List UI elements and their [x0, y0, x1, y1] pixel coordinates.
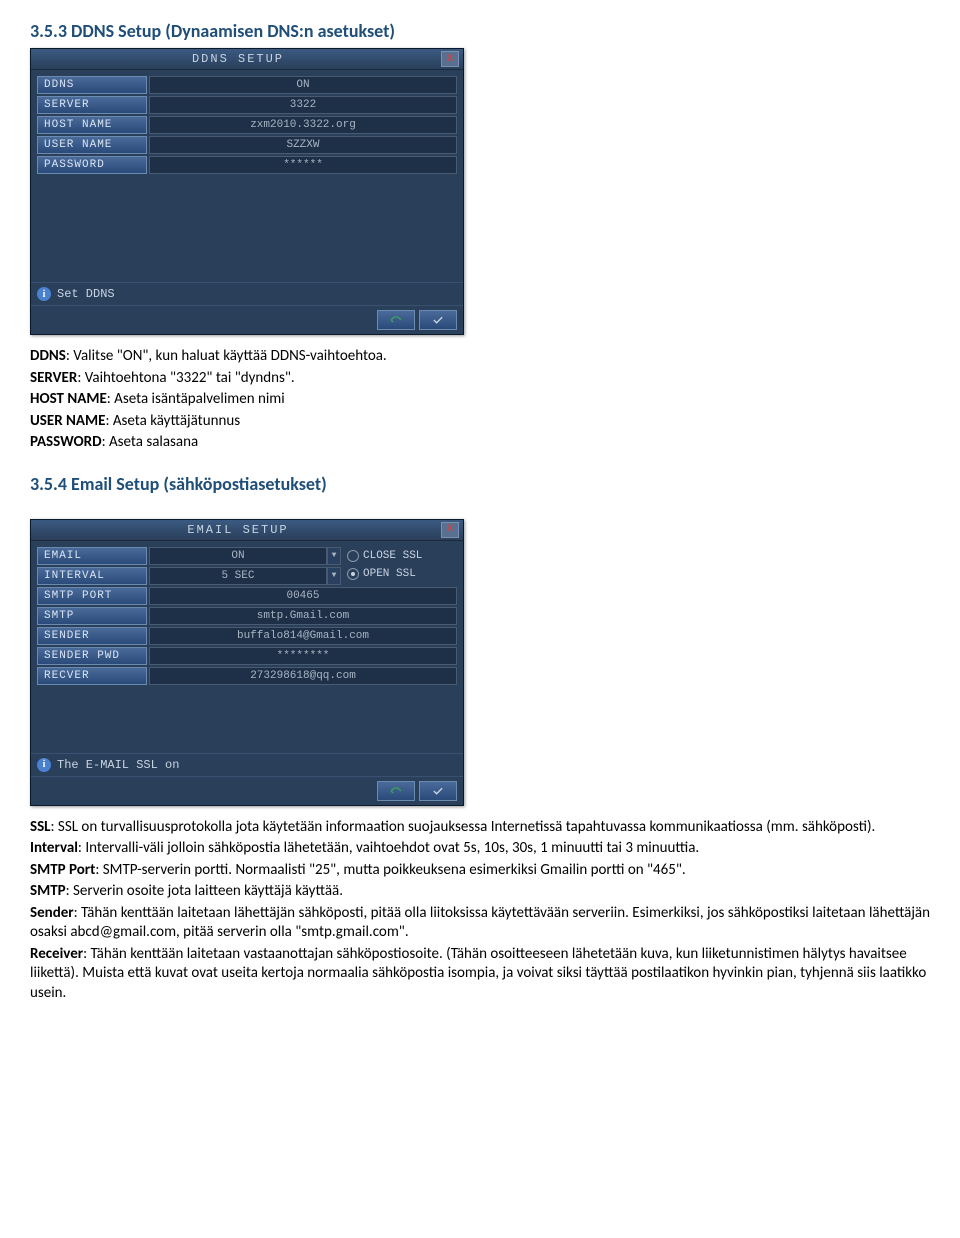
ddns-status-text: Set DDNS	[57, 287, 115, 301]
back-button[interactable]	[377, 310, 415, 330]
ddns-label: DDNS	[37, 76, 147, 94]
email-dropdown[interactable]: ON	[149, 547, 327, 565]
ddns-title-text: DDNS SETUP	[35, 52, 441, 66]
smtp-port-label: SMTP PORT	[37, 587, 147, 605]
chevron-down-icon[interactable]: ▼	[327, 547, 341, 565]
ok-button[interactable]	[419, 310, 457, 330]
section-heading-email: 3.5.4 Email Setup (sähköpostiasetukset)	[30, 473, 930, 495]
sender-pwd-label: SENDER PWD	[37, 647, 147, 665]
section-heading-ddns: 3.5.3 DDNS Setup (Dynaamisen DNS:n asetu…	[30, 20, 930, 42]
info-icon: i	[37, 287, 51, 301]
username-label: USER NAME	[37, 136, 147, 154]
smtp-port-field[interactable]: 00465	[149, 587, 457, 605]
close-icon[interactable]: X	[441, 522, 459, 538]
smtp-field[interactable]: smtp.Gmail.com	[149, 607, 457, 625]
email-description: SSL: SSL on turvallisuusprotokolla jota …	[30, 818, 930, 1004]
email-titlebar: EMAIL SETUP X	[31, 520, 463, 541]
open-ssl-radio[interactable]: OPEN SSL	[347, 565, 457, 583]
smtp-label: SMTP	[37, 607, 147, 625]
username-field[interactable]: SZZXW	[149, 136, 457, 154]
ddns-description: DDNS: Valitse "ON", kun haluat käyttää D…	[30, 347, 930, 453]
password-label: PASSWORD	[37, 156, 147, 174]
info-icon: i	[37, 758, 51, 772]
email-label: EMAIL	[37, 547, 147, 565]
ddns-titlebar: DDNS SETUP X	[31, 49, 463, 70]
server-field[interactable]: 3322	[149, 96, 457, 114]
interval-dropdown[interactable]: 5 SEC	[149, 567, 327, 585]
email-status-text: The E-MAIL SSL on	[57, 758, 179, 772]
email-dialog: EMAIL SETUP X EMAIL ON ▼ INTERVAL 5 SEC …	[30, 519, 464, 806]
server-label: SERVER	[37, 96, 147, 114]
ddns-field[interactable]: ON	[149, 76, 457, 94]
close-ssl-radio[interactable]: CLOSE SSL	[347, 547, 457, 565]
recver-field[interactable]: 273298618@qq.com	[149, 667, 457, 685]
ok-button[interactable]	[419, 781, 457, 801]
back-button[interactable]	[377, 781, 415, 801]
password-field[interactable]: ******	[149, 156, 457, 174]
interval-label: INTERVAL	[37, 567, 147, 585]
hostname-field[interactable]: zxm2010.3322.org	[149, 116, 457, 134]
sender-pwd-field[interactable]: ********	[149, 647, 457, 665]
sender-label: SENDER	[37, 627, 147, 645]
email-title-text: EMAIL SETUP	[35, 523, 441, 537]
recver-label: RECVER	[37, 667, 147, 685]
sender-field[interactable]: buffalo814@Gmail.com	[149, 627, 457, 645]
close-icon[interactable]: X	[441, 51, 459, 67]
ddns-status-bar: i Set DDNS	[31, 282, 463, 305]
email-status-bar: i The E-MAIL SSL on	[31, 753, 463, 776]
ddns-dialog: DDNS SETUP X DDNS ON SERVER 3322 HOST NA…	[30, 48, 464, 335]
chevron-down-icon[interactable]: ▼	[327, 567, 341, 585]
hostname-label: HOST NAME	[37, 116, 147, 134]
